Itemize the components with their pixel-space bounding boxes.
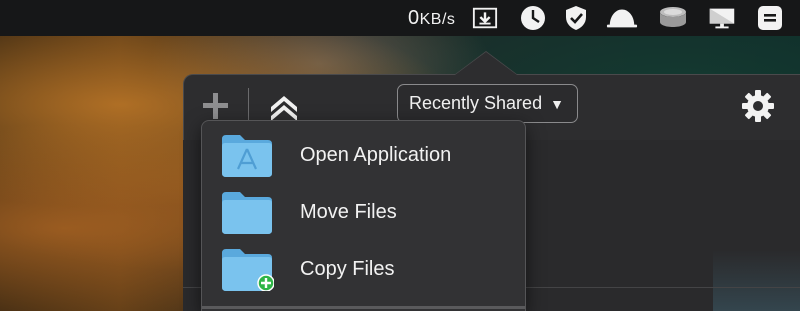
caret-down-icon: ▼: [550, 95, 564, 112]
filter-dropdown-button[interactable]: Recently Shared ▼: [397, 84, 578, 123]
add-button[interactable]: [200, 90, 232, 122]
double-chevron-up-icon: [271, 96, 297, 121]
download-icon[interactable]: [472, 6, 498, 30]
display-icon[interactable]: [706, 6, 738, 30]
menu-item-label: Open Application: [300, 143, 452, 166]
action-menu: Open Application Move Files Copy Files: [201, 120, 526, 311]
menu-item-open-application[interactable]: Open Application: [202, 127, 525, 183]
cloud-dome-icon[interactable]: [606, 6, 638, 30]
folder-add-icon: [222, 249, 274, 291]
menu-bar: 0KB/s: [0, 0, 800, 36]
menu-item-move-files[interactable]: Move Files: [202, 184, 525, 240]
gear-icon: [742, 90, 774, 122]
network-speed-value: 0: [408, 7, 420, 29]
menu-separator: [202, 306, 525, 309]
network-speed-unit: KB/s: [419, 11, 456, 28]
network-speed-readout: 0KB/s: [408, 7, 455, 30]
plus-icon: [203, 93, 228, 119]
app-folder-icon: [222, 135, 272, 177]
menu-list-icon[interactable]: [757, 6, 783, 30]
disk-icon[interactable]: [658, 6, 688, 30]
settings-button[interactable]: [740, 88, 776, 124]
menu-item-label: Move Files: [300, 200, 397, 223]
menu-item-copy-files[interactable]: Copy Files: [202, 241, 525, 297]
clock-icon[interactable]: [520, 6, 546, 30]
toolbar-divider: [248, 88, 249, 120]
check-shield-icon[interactable]: [563, 6, 589, 30]
filter-label: Recently Shared: [409, 93, 543, 113]
folder-icon: [222, 192, 272, 234]
content-background-glow: [713, 250, 800, 311]
collapse-button[interactable]: [266, 88, 302, 124]
menu-item-label: Copy Files: [300, 257, 395, 280]
popover-arrow: [455, 52, 517, 75]
